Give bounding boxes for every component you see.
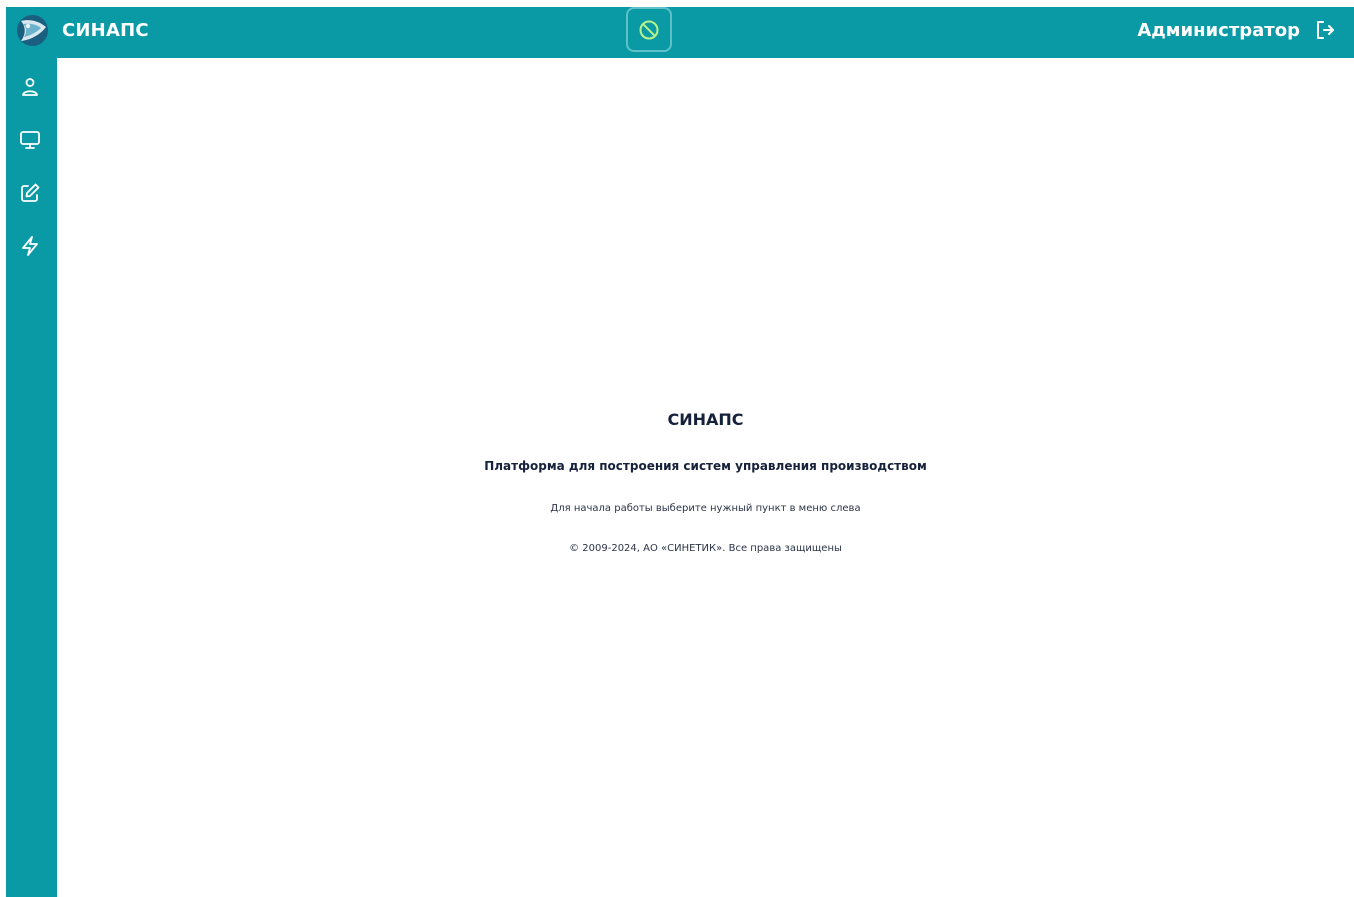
- welcome-hint: Для начала работы выберите нужный пункт …: [550, 503, 861, 514]
- top-bar: СИНАПС Администратор: [6, 7, 1354, 58]
- sidebar-item-users[interactable]: [18, 75, 42, 99]
- prohibited-status-button[interactable]: [626, 7, 672, 52]
- app-window: СИНАПС Администратор СИНАПС Платформа дл…: [6, 7, 1354, 897]
- sidebar-item-events[interactable]: [18, 234, 42, 258]
- lightning-icon: [18, 234, 42, 258]
- user-icon: [18, 75, 42, 99]
- app-title: СИНАПС: [62, 20, 149, 41]
- edit-icon: [18, 181, 42, 205]
- sidebar-item-editor[interactable]: [18, 181, 42, 205]
- sidebar: [6, 58, 57, 897]
- welcome-subtitle: Платформа для построения систем управлен…: [484, 459, 927, 473]
- synaps-logo-icon[interactable]: [16, 14, 49, 47]
- copyright-text: © 2009-2024, АО «СИНЕТИК». Все права защ…: [569, 543, 842, 554]
- current-user-name[interactable]: Администратор: [1137, 19, 1300, 43]
- welcome-title: СИНАПС: [667, 410, 744, 429]
- sidebar-item-monitors[interactable]: [18, 128, 42, 152]
- main-content: СИНАПС Платформа для построения систем у…: [57, 58, 1354, 897]
- logout-icon[interactable]: [1314, 19, 1336, 41]
- prohibited-icon: [638, 19, 660, 41]
- monitor-icon: [18, 128, 42, 152]
